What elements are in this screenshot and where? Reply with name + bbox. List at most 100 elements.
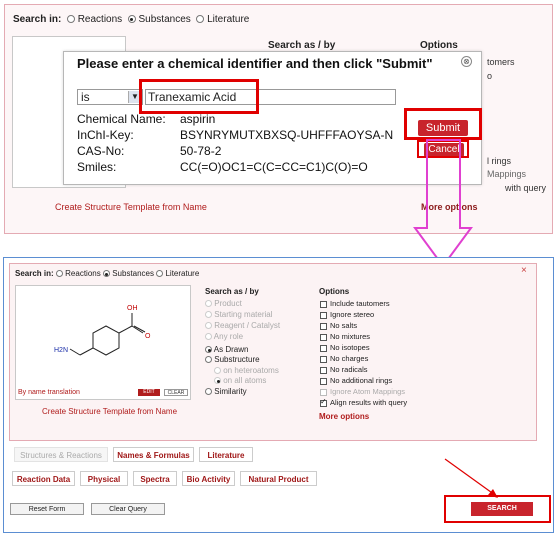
search-in-label: Search in: <box>15 269 54 278</box>
top-option-partial: o <box>487 71 493 81</box>
checkbox <box>320 300 327 308</box>
annotation-highlight-box <box>139 79 259 114</box>
tranexamic-acid-structure: OH O H2N <box>54 305 151 356</box>
top-search-in: Search in: Reactions Substances Literatu… <box>13 14 249 25</box>
radio <box>205 311 212 319</box>
dialog-title: Please enter a chemical identifier and t… <box>77 56 433 71</box>
role-product[interactable]: Product <box>205 299 242 308</box>
mode-substructure[interactable]: Substructure <box>205 355 260 364</box>
cas-no-label: CAS-No: <box>77 144 125 158</box>
chemical-name-value: aspirin <box>180 112 216 126</box>
hydroxyl-label: OH <box>127 305 138 312</box>
role-any[interactable]: Any role <box>205 332 243 341</box>
operator-select[interactable]: is ▼ <box>77 89 143 105</box>
top-option-partial: tomers <box>487 57 515 67</box>
checkbox <box>320 377 327 385</box>
clear-query-button[interactable]: Clear Query <box>91 503 165 515</box>
radio-label-substances: Substances <box>138 14 191 25</box>
radio-substances[interactable] <box>102 270 110 278</box>
mode-on-all-atoms[interactable]: on all atoms <box>214 376 266 385</box>
radio <box>205 322 212 330</box>
tab-spectra[interactable]: Spectra <box>133 471 177 486</box>
reset-form-button[interactable]: Reset Form <box>10 503 84 515</box>
close-icon[interactable]: × <box>521 265 527 276</box>
radio-literature[interactable] <box>156 270 164 278</box>
mode-label: on heteroatoms <box>223 366 279 375</box>
radio <box>205 356 212 364</box>
cas-no-value: 50-78-2 <box>180 144 222 158</box>
top-create-template-link[interactable]: Create Structure Template from Name <box>55 202 207 212</box>
radio-label-substances: Substances <box>112 269 155 278</box>
checkbox <box>320 322 327 330</box>
operator-value: is <box>81 90 90 104</box>
tab-reaction-data[interactable]: Reaction Data <box>12 471 75 486</box>
radio-literature[interactable] <box>196 15 205 24</box>
tab-natural-product[interactable]: Natural Product <box>240 471 317 486</box>
role-label: Product <box>214 299 242 308</box>
option-label: Include tautomers <box>330 299 390 308</box>
edit-button[interactable]: EDIT <box>138 389 160 396</box>
option-no-radicals[interactable]: No radicals <box>320 365 368 374</box>
radio-reactions[interactable] <box>66 15 75 24</box>
more-options-link[interactable]: More options <box>319 412 369 421</box>
option-no-charges[interactable]: No charges <box>320 354 368 363</box>
radio-label-reactions: Reactions <box>65 269 101 278</box>
option-label: No isotopes <box>330 343 370 352</box>
mode-on-heteroatoms[interactable]: on heteroatoms <box>214 366 279 375</box>
mode-label: on all atoms <box>223 376 267 385</box>
tab-names-formulas[interactable]: Names & Formulas <box>113 447 194 462</box>
top-option-partial: with query <box>505 183 547 193</box>
bottom-search-in: Search in: Reactions Substances Literatu… <box>15 269 199 278</box>
role-starting-material[interactable]: Starting material <box>205 310 272 319</box>
checkbox <box>320 311 327 319</box>
chemical-name-label: Chemical Name: <box>77 112 166 126</box>
mode-label: As Drawn <box>213 345 249 354</box>
by-name-translation-label: By name translation <box>18 389 80 396</box>
mode-label: Similarity <box>214 387 247 396</box>
checkbox <box>320 397 327 407</box>
checkbox <box>320 344 327 352</box>
structure-editor[interactable]: OH O H2N <box>15 285 191 400</box>
radio <box>205 388 212 396</box>
tab-literature[interactable]: Literature <box>199 447 253 462</box>
create-template-link[interactable]: Create Structure Template from Name <box>42 407 177 416</box>
option-label: No salts <box>330 321 358 330</box>
mode-similarity[interactable]: Similarity <box>205 387 247 396</box>
radio <box>214 367 221 375</box>
search-as-heading: Search as / by <box>205 287 259 296</box>
checkbox <box>320 388 327 396</box>
option-no-salts[interactable]: No salts <box>320 321 357 330</box>
mode-as-drawn[interactable]: As Drawn <box>205 345 248 354</box>
tab-structures-reactions[interactable]: Structures & Reactions <box>14 447 108 462</box>
smiles-value: CC(=O)OC1=C(C=CC=C1)C(O)=O <box>180 160 368 174</box>
tab-bio-activity[interactable]: Bio Activity <box>182 471 235 486</box>
options-heading: Options <box>319 287 350 296</box>
annotation-arrow-icon <box>444 458 498 498</box>
radio <box>205 346 212 354</box>
option-include-tautomers[interactable]: Include tautomers <box>320 299 390 308</box>
option-label: No radicals <box>330 365 368 374</box>
search-in-label: Search in: <box>13 14 62 25</box>
checkbox <box>320 366 327 374</box>
option-ignore-atom-mappings[interactable]: Ignore Atom Mappings <box>320 387 405 396</box>
radio-reactions[interactable] <box>55 270 63 278</box>
top-options-heading: Options <box>420 40 458 51</box>
option-label: No additional rings <box>330 376 393 385</box>
amine-label: H2N <box>54 347 68 354</box>
radio-label-literature: Literature <box>207 14 250 25</box>
tab-physical[interactable]: Physical <box>80 471 128 486</box>
option-align-results[interactable]: Align results with query <box>320 397 407 407</box>
role-label: Starting material <box>214 310 273 319</box>
role-label: Any role <box>213 332 244 341</box>
radio-substances[interactable] <box>127 15 136 24</box>
radio-label-literature: Literature <box>165 269 200 278</box>
option-ignore-stereo[interactable]: Ignore stereo <box>320 310 374 319</box>
option-no-isotopes[interactable]: No isotopes <box>320 343 370 352</box>
role-reagent-catalyst[interactable]: Reagent / Catalyst <box>205 321 280 330</box>
option-no-additional-rings[interactable]: No additional rings <box>320 376 392 385</box>
mode-label: Substructure <box>214 355 260 364</box>
close-icon[interactable]: ⊗ <box>461 56 472 67</box>
option-no-mixtures[interactable]: No mixtures <box>320 332 370 341</box>
clear-button[interactable]: CLEAR <box>164 389 188 396</box>
radio <box>214 377 221 385</box>
